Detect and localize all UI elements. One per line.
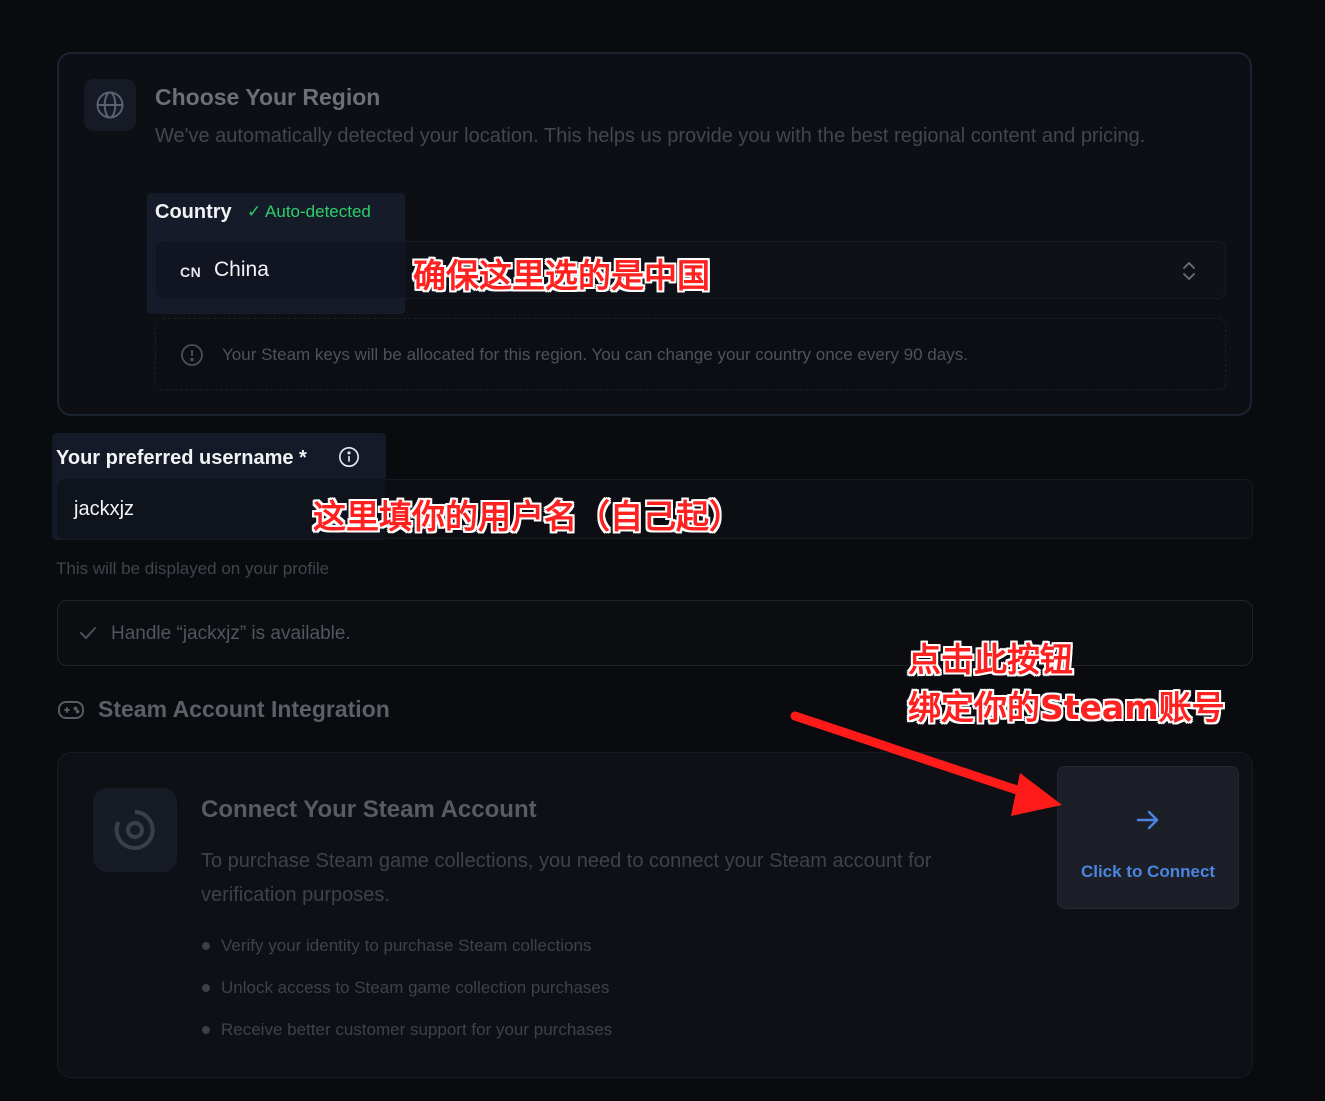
country-label: Country [155, 201, 232, 223]
info-circle-icon [181, 344, 203, 366]
username-label: Your preferred username * [56, 447, 307, 469]
username-value: jackxjz [74, 498, 135, 520]
country-selected-value: China [214, 258, 269, 281]
handle-availability-text: Handle “jackxjz” is available. [111, 623, 351, 644]
arrow-right-icon [1136, 810, 1159, 830]
annotation-connect-line1: 点击此按钮 [908, 640, 1073, 679]
region-notice-text: Your Steam keys will be allocated for th… [222, 345, 968, 364]
globe-icon [96, 91, 124, 119]
benefit-item: Unlock access to Steam game collection p… [201, 974, 612, 1016]
gamepad-icon [58, 701, 84, 719]
region-icon-tile [84, 79, 136, 131]
steam-logo-icon [114, 810, 155, 850]
annotation-connect-line2: 绑定你的Steam账号 [908, 688, 1225, 727]
username-help-text: This will be displayed on your profile [56, 559, 330, 578]
check-icon [80, 627, 96, 639]
connect-steam-label: Click to Connect [1080, 862, 1216, 881]
annotation-username: 这里填你的用户名（自己起） [313, 497, 742, 536]
annotation-connect: 点击此按钮 绑定你的Steam账号 [908, 636, 1225, 732]
country-code: CN [180, 264, 202, 280]
benefit-item: Verify your identity to purchase Steam c… [201, 932, 612, 974]
steam-card-description: To purchase Steam game collections, you … [201, 850, 932, 906]
region-description: We've automatically detected your locati… [155, 125, 1146, 147]
annotation-country: 确保这里选的是中国 [413, 256, 710, 295]
auto-detected-badge: ✓ Auto-detected [247, 202, 371, 221]
region-title: Choose Your Region [155, 84, 381, 110]
info-icon[interactable] [338, 446, 360, 468]
region-notice: Your Steam keys will be allocated for th… [155, 318, 1226, 390]
steam-icon-tile [93, 788, 177, 872]
connect-steam-button[interactable]: Click to Connect [1057, 766, 1239, 909]
benefit-item: Receive better customer support for your… [201, 1016, 612, 1058]
up-down-chevron-icon [1183, 262, 1195, 280]
steam-benefits-list: Verify your identity to purchase Steam c… [201, 932, 612, 1058]
steam-card-title: Connect Your Steam Account [201, 796, 537, 823]
steam-section-title: Steam Account Integration [98, 696, 390, 722]
